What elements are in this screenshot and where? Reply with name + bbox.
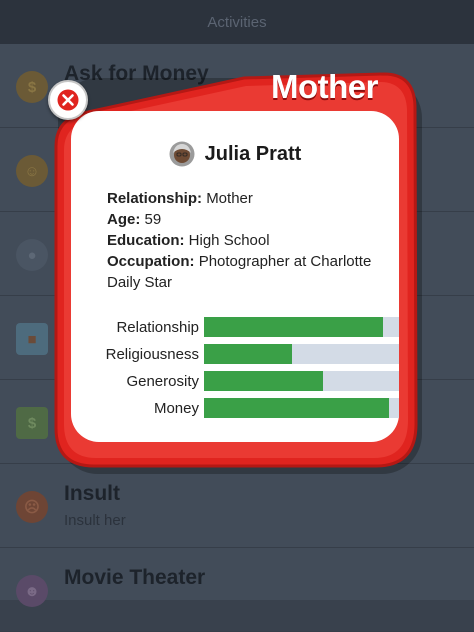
detail-value: Mother (206, 190, 253, 207)
person-card: Julia Pratt Relationship: Mother Age: 59… (71, 111, 399, 442)
stat-track (204, 398, 399, 418)
detail-education: Education: High School (107, 230, 377, 251)
stat-label: Relationship (116, 319, 199, 336)
stat-track (204, 317, 399, 337)
activities-header: Activities (0, 0, 474, 44)
detail-value: 59 (144, 211, 162, 228)
activity-row-insult[interactable]: ☹ Insult Insult her (0, 464, 474, 548)
person-details: Relationship: Mother Age: 59 Education: … (107, 188, 377, 293)
theater-masks-icon: ☻ (16, 575, 48, 607)
stat-label: Generosity (126, 373, 199, 390)
person-header: Julia Pratt (71, 141, 399, 167)
stat-religiousness: Religiousness (71, 344, 399, 366)
stat-money: Money (71, 398, 399, 420)
header-title: Activities (207, 13, 267, 31)
modal-title: Mother (271, 68, 379, 105)
activity-subtitle: Insult her (64, 512, 126, 529)
gift-icon: ■ (16, 323, 48, 355)
grandmother-avatar-icon (169, 141, 195, 167)
stat-relationship: Relationship (71, 317, 399, 339)
stat-track (204, 371, 399, 391)
activity-title: Insult (64, 482, 120, 505)
activity-row-movie-theater[interactable]: ☻ Movie Theater (0, 548, 474, 632)
person-info-modal: Mother Julia Pratt Relationship: Mother … (48, 68, 418, 468)
stat-label: Money (153, 400, 199, 417)
stat-generosity: Generosity (71, 371, 399, 393)
cash-icon: $ (16, 407, 48, 439)
detail-label: Occupation: (107, 253, 195, 270)
stat-fill (204, 317, 384, 337)
detail-age: Age: 59 (107, 209, 377, 230)
close-icon (57, 89, 79, 111)
stat-label: Religiousness (105, 346, 199, 363)
stat-fill (204, 344, 292, 364)
activity-title: Movie Theater (64, 566, 206, 589)
angry-face-icon: ☹ (16, 491, 48, 523)
stat-fill (204, 371, 323, 391)
stat-track (204, 344, 399, 364)
detail-label: Relationship: (107, 190, 203, 207)
detail-relationship: Relationship: Mother (107, 188, 377, 209)
detail-value: High School (188, 232, 270, 249)
person-name: Julia Pratt (204, 142, 302, 165)
detail-occupation: Occupation: Photographer at Charlotte Da… (107, 251, 377, 293)
detail-label: Age: (107, 211, 141, 228)
face-emoji-icon: ☺ (16, 155, 48, 187)
money-bag-icon: $ (16, 71, 48, 103)
detail-label: Education: (107, 232, 185, 249)
stat-fill (204, 398, 390, 418)
close-button[interactable] (48, 80, 88, 120)
people-icon: ● (16, 239, 48, 271)
